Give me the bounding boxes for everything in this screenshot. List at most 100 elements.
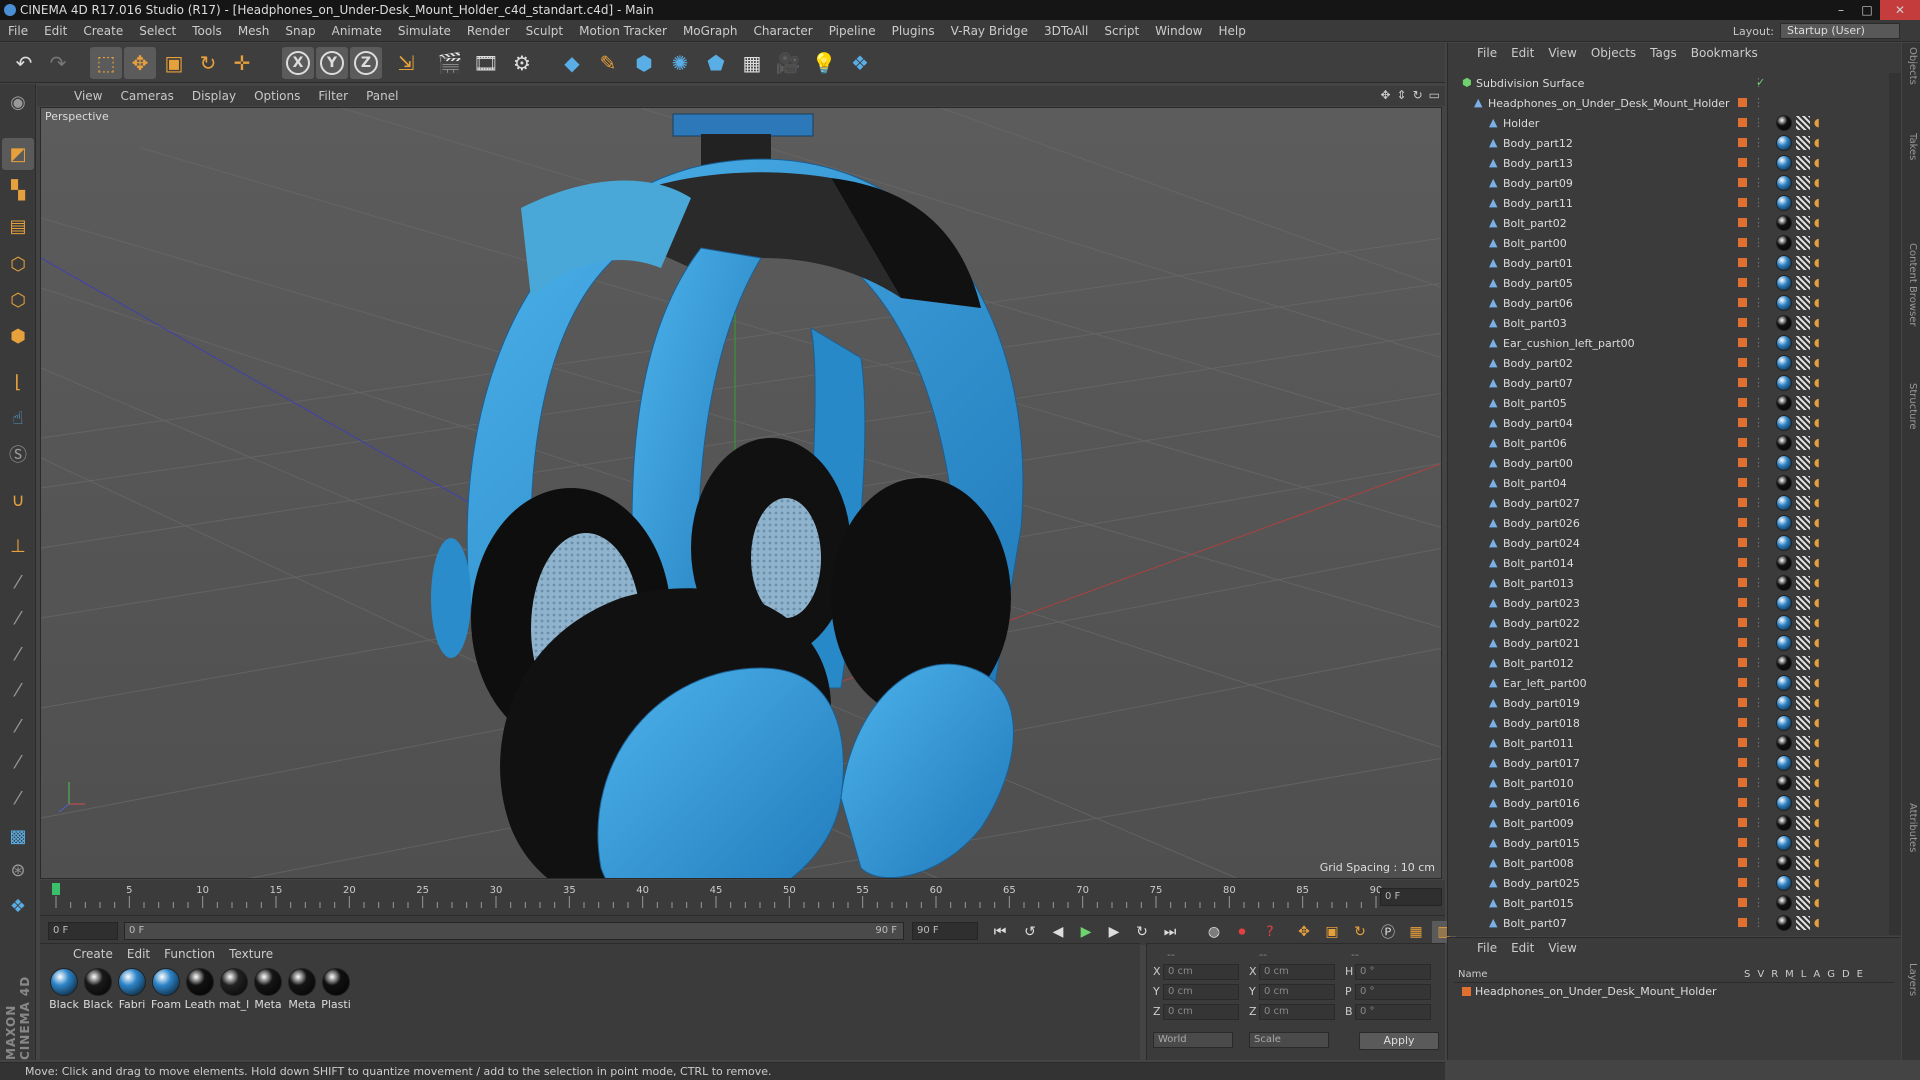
visibility-dots-icon[interactable]: ⋮ xyxy=(1753,117,1764,129)
material-tag-icon[interactable] xyxy=(1776,375,1792,391)
object-row[interactable]: ▲ Bolt_part02 ⋮ ◖ xyxy=(1448,213,1888,233)
side-tab-objects[interactable]: Objects xyxy=(1904,47,1918,85)
viewport-menu-panel[interactable]: Panel xyxy=(357,89,407,103)
object-row[interactable]: ▲ Bolt_part013 ⋮ ◖ xyxy=(1448,573,1888,593)
phong-tag-icon[interactable]: ◖ xyxy=(1814,596,1820,609)
key-position-icon[interactable]: ✥ xyxy=(1292,921,1316,943)
transform-tool-icon[interactable]: ✛ xyxy=(226,47,258,79)
phong-tag-icon[interactable]: ◖ xyxy=(1814,576,1820,589)
timeline-ruler[interactable]: 051015202530354045505560657075808590 0 F xyxy=(40,880,1445,915)
visibility-dots-icon[interactable]: ⋮ xyxy=(1753,917,1764,929)
object-row[interactable]: ▲ Body_part12 ⋮ ◖ xyxy=(1448,133,1888,153)
object-row[interactable]: ▲ Body_part024 ⋮ ◖ xyxy=(1448,533,1888,553)
record-active-icon[interactable]: ⏺ xyxy=(1230,921,1254,943)
visibility-dots-icon[interactable]: ⋮ xyxy=(1753,97,1764,109)
menu-tools[interactable]: Tools xyxy=(184,24,230,38)
material-item[interactable]: Fabri xyxy=(116,968,148,1011)
phong-tag-icon[interactable]: ◖ xyxy=(1814,856,1820,869)
visibility-dots-icon[interactable]: ⋮ xyxy=(1753,617,1764,629)
coord-value-field[interactable]: 0 cm xyxy=(1259,984,1335,1000)
phong-tag-icon[interactable]: ◖ xyxy=(1814,676,1820,689)
phong-tag-icon[interactable]: ◖ xyxy=(1814,876,1820,889)
visibility-dots-icon[interactable]: ⋮ xyxy=(1753,317,1764,329)
menu-file[interactable]: File xyxy=(0,24,36,38)
object-row[interactable]: ▲ Body_part02 ⋮ ◖ xyxy=(1448,353,1888,373)
visibility-dots-icon[interactable]: ⋮ xyxy=(1753,137,1764,149)
texture-tag-icon[interactable] xyxy=(1796,516,1810,530)
phong-tag-icon[interactable]: ◖ xyxy=(1814,516,1820,529)
material-tag-icon[interactable] xyxy=(1776,495,1792,511)
object-row[interactable]: ▲ Body_part11 ⋮ ◖ xyxy=(1448,193,1888,213)
material-tag-icon[interactable] xyxy=(1776,635,1792,651)
sculpt-tool-icon[interactable]: ⁄ xyxy=(2,674,34,706)
max-frame-field[interactable]: 90 F xyxy=(912,922,978,940)
current-frame-field[interactable]: 0 F xyxy=(48,922,118,940)
object-row[interactable]: ▲ Body_part04 ⋮ ◖ xyxy=(1448,413,1888,433)
object-menu-view[interactable]: View xyxy=(1541,46,1583,60)
visibility-dots-icon[interactable]: ⋮ xyxy=(1753,777,1764,789)
menu-3dtoall[interactable]: 3DToAll xyxy=(1036,24,1096,38)
object-row[interactable]: ▲ Body_part017 ⋮ ◖ xyxy=(1448,753,1888,773)
visibility-dots-icon[interactable]: ⋮ xyxy=(1753,217,1764,229)
scale-tool-icon[interactable]: ▣ xyxy=(158,47,190,79)
menu-select[interactable]: Select xyxy=(131,24,184,38)
next-frame-icon[interactable]: ▶ xyxy=(1102,921,1126,943)
visibility-dots-icon[interactable]: ⋮ xyxy=(1753,477,1764,489)
texture-tag-icon[interactable] xyxy=(1796,896,1810,910)
material-tag-icon[interactable] xyxy=(1776,295,1792,311)
python-script-icon[interactable]: ❖ xyxy=(2,890,34,922)
menu-sculpt[interactable]: Sculpt xyxy=(518,24,571,38)
redo-icon[interactable]: ↷ xyxy=(42,47,74,79)
object-row[interactable]: ▲ Bolt_part010 ⋮ ◖ xyxy=(1448,773,1888,793)
layer-menu-edit[interactable]: Edit xyxy=(1504,941,1541,955)
material-item[interactable]: Black xyxy=(48,968,80,1011)
object-row[interactable]: ▲ Body_part00 ⋮ ◖ xyxy=(1448,453,1888,473)
material-item[interactable]: Black xyxy=(82,968,114,1011)
deformer-icon[interactable]: ⬟ xyxy=(700,47,732,79)
material-tag-icon[interactable] xyxy=(1776,475,1792,491)
menu-plugins[interactable]: Plugins xyxy=(884,24,943,38)
minimize-button[interactable]: – xyxy=(1828,0,1854,20)
visibility-dots-icon[interactable]: ⋮ xyxy=(1753,377,1764,389)
coord-value-field[interactable]: 0 cm xyxy=(1163,1004,1239,1020)
texture-tag-icon[interactable] xyxy=(1796,916,1810,930)
material-tag-icon[interactable] xyxy=(1776,335,1792,351)
material-menu-function[interactable]: Function xyxy=(157,947,222,961)
phong-tag-icon[interactable]: ◖ xyxy=(1814,616,1820,629)
phong-tag-icon[interactable]: ◖ xyxy=(1814,296,1820,309)
viewport-rotate-icon[interactable]: ↻ xyxy=(1413,88,1423,102)
object-row[interactable]: ▲ Body_part022 ⋮ ◖ xyxy=(1448,613,1888,633)
visibility-dots-icon[interactable]: ⋮ xyxy=(1753,237,1764,249)
visibility-dots-icon[interactable]: ⋮ xyxy=(1753,417,1764,429)
camera-icon[interactable]: 🎥 xyxy=(772,47,804,79)
texture-tag-icon[interactable] xyxy=(1796,176,1810,190)
viewport-menu-cameras[interactable]: Cameras xyxy=(111,89,182,103)
key-pla-icon[interactable]: ▦ xyxy=(1404,921,1428,943)
coord-value-field[interactable]: 0 cm xyxy=(1259,1004,1335,1020)
object-row[interactable]: ▲ Body_part027 ⋮ ◖ xyxy=(1448,493,1888,513)
phong-tag-icon[interactable]: ◖ xyxy=(1814,156,1820,169)
close-button[interactable]: ✕ xyxy=(1880,0,1920,20)
visibility-dots-icon[interactable]: ⋮ xyxy=(1753,577,1764,589)
live-selection-icon[interactable]: ⬚ xyxy=(90,47,122,79)
material-tag-icon[interactable] xyxy=(1776,235,1792,251)
coord-value-field[interactable]: 0 ° xyxy=(1355,1004,1431,1020)
move-tool-icon[interactable]: ✥ xyxy=(124,47,156,79)
material-tag-icon[interactable] xyxy=(1776,715,1792,731)
texture-tag-icon[interactable] xyxy=(1796,216,1810,230)
layer-menu-view[interactable]: View xyxy=(1541,941,1583,955)
material-tag-icon[interactable] xyxy=(1776,555,1792,571)
coord-value-field[interactable]: 0 ° xyxy=(1355,964,1431,980)
texture-tag-icon[interactable] xyxy=(1796,696,1810,710)
material-tag-icon[interactable] xyxy=(1776,535,1792,551)
material-tag-icon[interactable] xyxy=(1776,775,1792,791)
coord-value-field[interactable]: 0 cm xyxy=(1163,964,1239,980)
object-row[interactable]: ▲ Bolt_part015 ⋮ ◖ xyxy=(1448,893,1888,913)
material-tag-icon[interactable] xyxy=(1776,915,1792,931)
coord-value-field[interactable]: 0 ° xyxy=(1355,984,1431,1000)
next-key-icon[interactable]: ↻ xyxy=(1130,921,1154,943)
visibility-dots-icon[interactable]: ⋮ xyxy=(1753,397,1764,409)
phong-tag-icon[interactable]: ◖ xyxy=(1814,216,1820,229)
visibility-dots-icon[interactable]: ⋮ xyxy=(1753,837,1764,849)
viewport-dolly-icon[interactable]: ⇕ xyxy=(1397,88,1407,102)
